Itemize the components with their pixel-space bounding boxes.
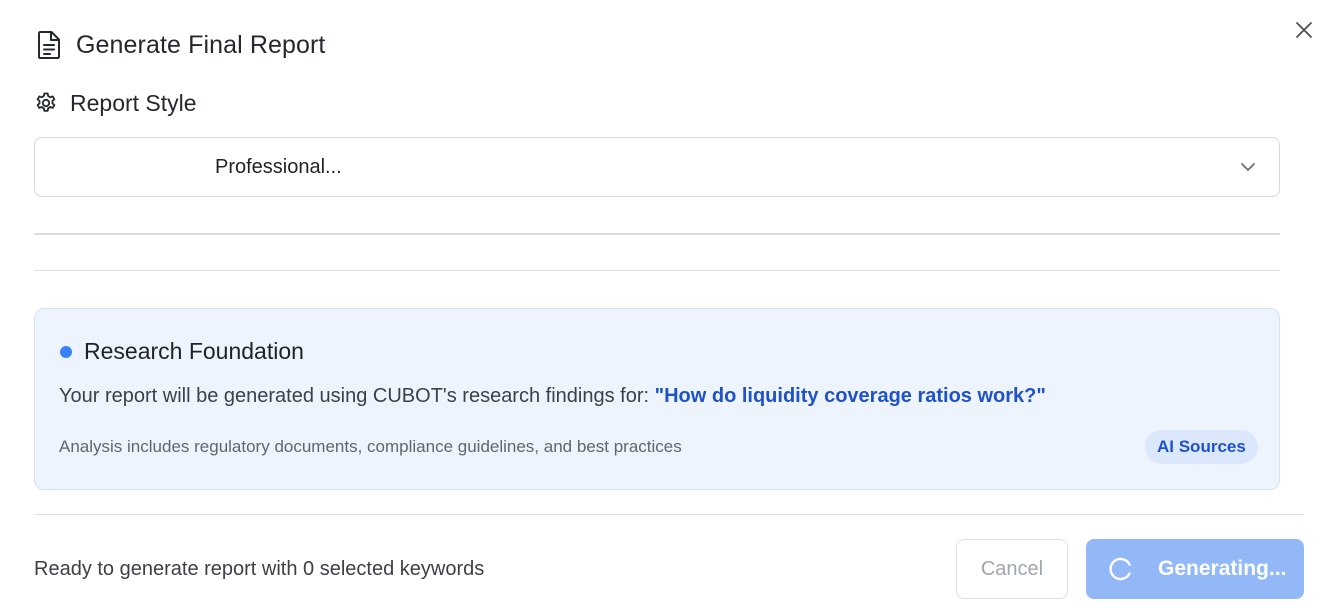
close-button[interactable] <box>1290 16 1318 44</box>
chevron-down-icon <box>1241 163 1255 171</box>
research-foundation-description: Your report will be generated using CUBO… <box>59 385 1046 408</box>
report-style-selected-value: Professional... <box>215 156 342 178</box>
dialog-title: Generate Final Report <box>76 30 326 59</box>
status-dot <box>60 346 72 358</box>
dialog-header: Generate Final Report <box>36 28 325 62</box>
analysis-note: Analysis includes regulatory documents, … <box>59 437 682 456</box>
divider <box>34 233 1280 235</box>
divider <box>34 270 1280 271</box>
report-style-select[interactable]: Professional... <box>34 137 1280 197</box>
spinner-icon <box>1109 557 1131 581</box>
footer-divider <box>34 514 1304 515</box>
research-foundation-panel: Research Foundation Your report will be … <box>34 308 1280 490</box>
document-icon <box>38 31 60 59</box>
cancel-button[interactable]: Cancel <box>956 539 1068 599</box>
report-style-label: Report Style <box>70 89 197 116</box>
close-icon <box>1296 22 1312 38</box>
gear-icon <box>36 92 56 112</box>
description-text: Your report will be generated using CUBO… <box>59 385 655 407</box>
generate-report-dialog: Generate Final Report Report Style Profe… <box>0 0 1332 613</box>
generate-report-button[interactable]: Generating... <box>1086 539 1304 599</box>
research-query: "How do liquidity coverage ratios work?" <box>654 385 1046 407</box>
cancel-button-label: Cancel <box>980 557 1044 580</box>
research-foundation-title: Research Foundation <box>84 338 304 364</box>
ai-sources-badge[interactable]: AI Sources <box>1145 430 1258 464</box>
footer-status-text: Ready to generate report with 0 selected… <box>34 558 485 580</box>
generate-button-label: Generating... <box>1158 557 1287 580</box>
report-style-header: Report Style <box>34 88 197 118</box>
